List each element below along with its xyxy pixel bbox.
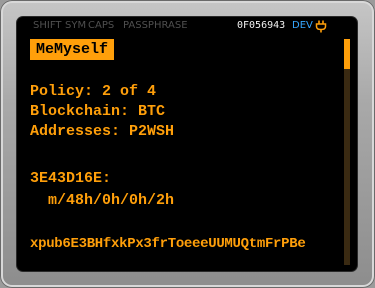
sym-indicator: SYM — [65, 20, 87, 31]
scroll-thumb[interactable] — [344, 39, 350, 69]
derivation-path: m/48h/0h/0h/2h — [48, 192, 175, 209]
caps-indicator: CAPS — [88, 20, 115, 31]
device-screen: SHIFT SYM CAPS PASSPHRASE 0F056943 DEV M… — [17, 17, 357, 271]
passphrase-indicator: PASSPHRASE — [123, 20, 188, 31]
xpub-value: xpub6E3BHfxkPx3frToeeeUUMUQtmFrPBe — [30, 236, 306, 252]
policy-line: Policy: 2 of 4 — [30, 83, 157, 100]
blockchain-line: Blockchain: BTC — [30, 103, 166, 120]
cosigner-fingerprint: 3E43D16E: — [30, 170, 112, 187]
dev-mode-label: DEV — [292, 20, 313, 31]
wallet-name-title: MeMyself — [30, 39, 115, 60]
wallet-fingerprint: 0F056943 — [237, 20, 286, 31]
plug-icon — [315, 20, 327, 33]
multisig-details: MeMyself Policy: 2 of 4 Blockchain: BTC … — [30, 39, 340, 271]
scrollbar[interactable] — [344, 39, 350, 265]
address-type-line: Addresses: P2WSH — [30, 123, 175, 140]
shift-indicator: SHIFT — [33, 20, 62, 31]
status-bar: SHIFT SYM CAPS PASSPHRASE 0F056943 DEV — [17, 17, 357, 35]
